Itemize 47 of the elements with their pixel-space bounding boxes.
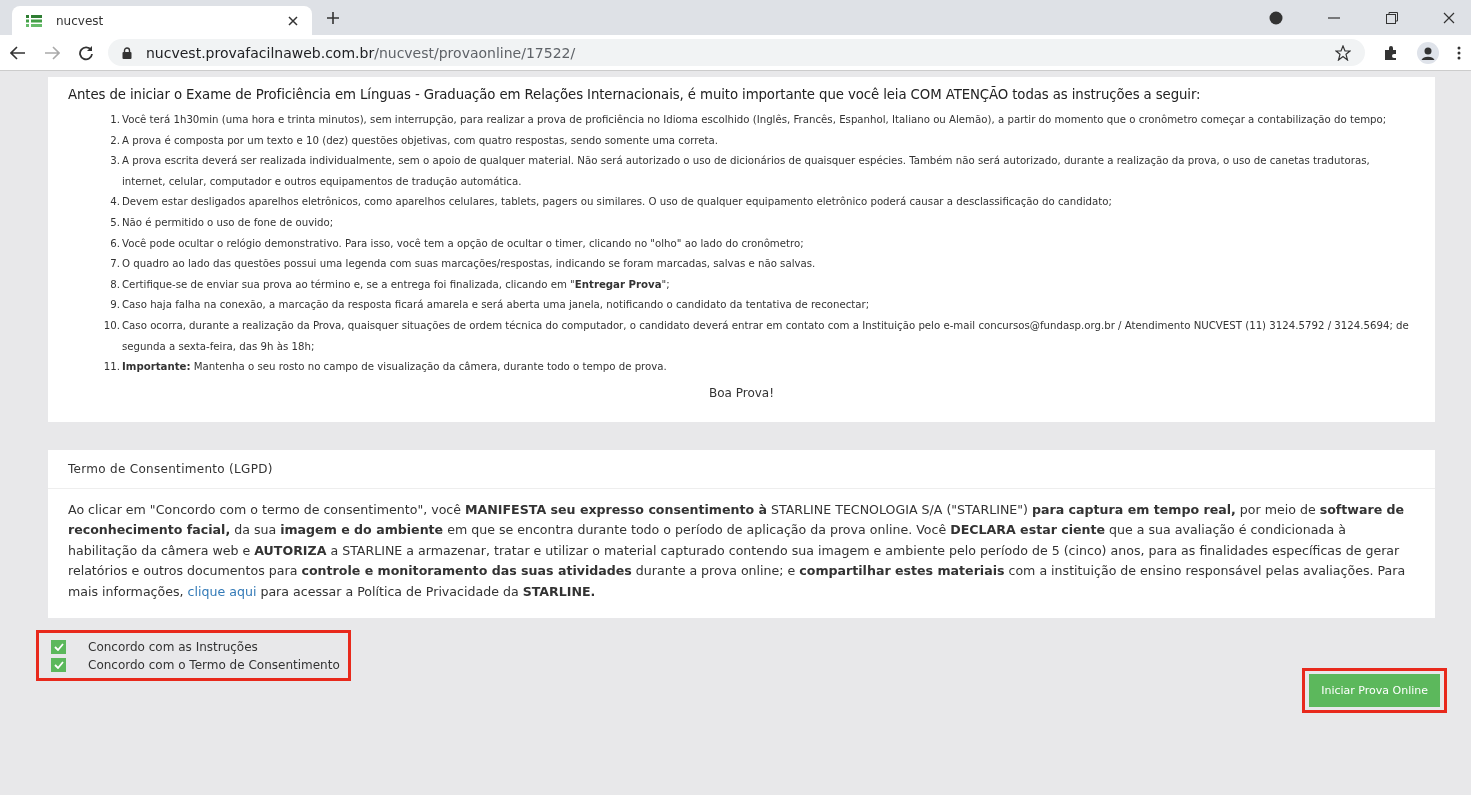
restore-icon[interactable]	[1385, 10, 1399, 25]
list-number: 11.	[102, 360, 121, 375]
menu-dots-icon[interactable]	[1457, 45, 1461, 60]
close-icon[interactable]	[1443, 11, 1455, 24]
instruction-text: A prova escrita deverá ser realizada individualmente, sem o apoio de qualquer material. Não será autorizado o uso de dicionários de quaisquer espécies. Também não será autorizado, durante a realização da prova, o uso de canetas tradutoras, internet, celular, computador e outros equipamentos de tradução automática.	[122, 154, 1371, 189]
instruction-text: Importante: Mantenha o seu rosto no campo de visualização da câmera, durante todo o tempo de prova.	[122, 360, 668, 375]
checkbox[interactable]	[51, 658, 66, 673]
instruction-text: Certifique-se de enviar sua prova ao término e, se a entrega foi finalizada, clicando em "Entregar Prova";	[122, 277, 671, 292]
back-arrow-icon[interactable]	[10, 45, 26, 60]
list-number: 6.	[109, 236, 121, 251]
closing-text: Boa Prova!	[707, 385, 775, 400]
instruction-text: Não é permitido o uso de fone de ouvido;	[122, 215, 335, 230]
list-number: 7.	[109, 257, 121, 272]
consent-paragraph: Ao clicar em "Concordo com o termo de consentimento", você MANIFESTA seu expresso consentimento à STARLINE TECNOLOGIA S/A ("STARLINE") para captura em tempo real, por meio de software de reconhecimento facial, da sua imagem e do ambiente em que se encontra durante todo o período de aplicação da prova online. Você DECLARA estar ciente que a sua avaliação é condicionada à habilitação da câmera web e AUTORIZA a STARLINE a armazenar, tratar e utilizar o material capturado contendo sua imagem e ambiente pelo período de 5 (cinco) anos, para as finalidades específicas de gerar relatórios e outros documentos para controle e monitoramento das suas atividades durante a prova online; e compartilhar estes materiais com a instituição de ensino responsável pelas avaliações. Para mais informações, clique aqui para acessar a Política de Privacidade da STARLINE.	[67, 500, 1407, 601]
instruction-text: Você terá 1h30min (uma hora e trinta minutos), sem interrupção, para realizar a prova de proficiência no Idioma escolhido (Inglês, Francês, Espanhol, Italiano ou Alemão), a partir do momento que o cronômetro começar a contabilização do tempo;	[122, 113, 1388, 127]
list-number: 3.	[109, 154, 121, 169]
close-icon[interactable]	[288, 15, 298, 26]
instruction-text: Caso haja falha na conexão, a marcação da resposta ficará amarela e será aberta uma janela, notificando o candidato da tentativa de reconectar;	[122, 298, 871, 313]
reload-icon[interactable]	[78, 44, 94, 61]
instruction-text: Caso ocorra, durante a realização da Prova, quaisquer situações de ordem técnica do computador, o candidato deverá entrar em contato com a Instituição pelo e-mail concursos@fundasp.org.br / Atendimento NUCVEST (11) 3124.5792 / 3124.5694; de segunda a sexta-feira, das 9h às 18h;	[122, 318, 1410, 354]
consent-title: Termo de Consentimento (LGPD)	[48, 449, 1435, 489]
instruction-text: A prova é composta por um texto e 10 (dez) questões objetivas, com quatro respostas, sendo somente uma correta.	[122, 133, 719, 148]
list-number: 10.	[102, 318, 121, 333]
instructions-heading: Antes de iniciar o Exame de Proficiência em Línguas - Graduação em Relações Internacionais, é muito importante que você leia COM ATENÇÃO todas as instruções a seguir:	[68, 87, 1202, 102]
star-icon[interactable]	[1335, 44, 1351, 61]
tab-title: nucvest	[56, 13, 105, 28]
browser-tab[interactable]: nucvest	[12, 6, 312, 35]
puzzle-icon[interactable]	[1383, 44, 1399, 61]
list-number: 2.	[109, 133, 121, 148]
plus-icon[interactable]	[326, 10, 340, 25]
checkbox[interactable]	[51, 640, 66, 655]
checkbox-label: Concordo com as Instruções	[88, 640, 258, 655]
profile-circle-icon[interactable]	[1269, 10, 1283, 25]
instruction-text: Você pode ocultar o relógio demonstrativo. Para isso, você tem a opção de ocultar o timer, clicando no "olho" ao lado do cronômetro;	[122, 236, 805, 251]
list-number: 4.	[109, 195, 121, 210]
list-number: 9.	[109, 298, 121, 313]
avatar-icon[interactable]	[1417, 41, 1439, 64]
list-icon	[26, 14, 42, 27]
instruction-text: Devem estar desligados aparelhos eletrônicos, como aparelhos celulares, tablets, pagers ou similares. O uso de qualquer equipamento eletrônico poderá causar a desclassificação do candidato;	[122, 195, 1113, 210]
address-field[interactable]: nucvest.provafacilnaweb.com.br/nucvest/provaonline/17522/	[108, 39, 1365, 66]
instruction-text: O quadro ao lado das questões possui uma legenda com suas marcações/respostas, indicando se foram marcadas, salvas e não salvas.	[122, 257, 817, 272]
list-number: 1.	[109, 113, 121, 127]
list-number: 5.	[109, 215, 121, 230]
lock-icon	[122, 46, 132, 59]
privacy-link[interactable]: clique aqui	[187, 583, 257, 599]
agreement-checkbox[interactable]: Concordo com as Instruções	[51, 640, 340, 655]
list-number: 8.	[109, 277, 121, 292]
